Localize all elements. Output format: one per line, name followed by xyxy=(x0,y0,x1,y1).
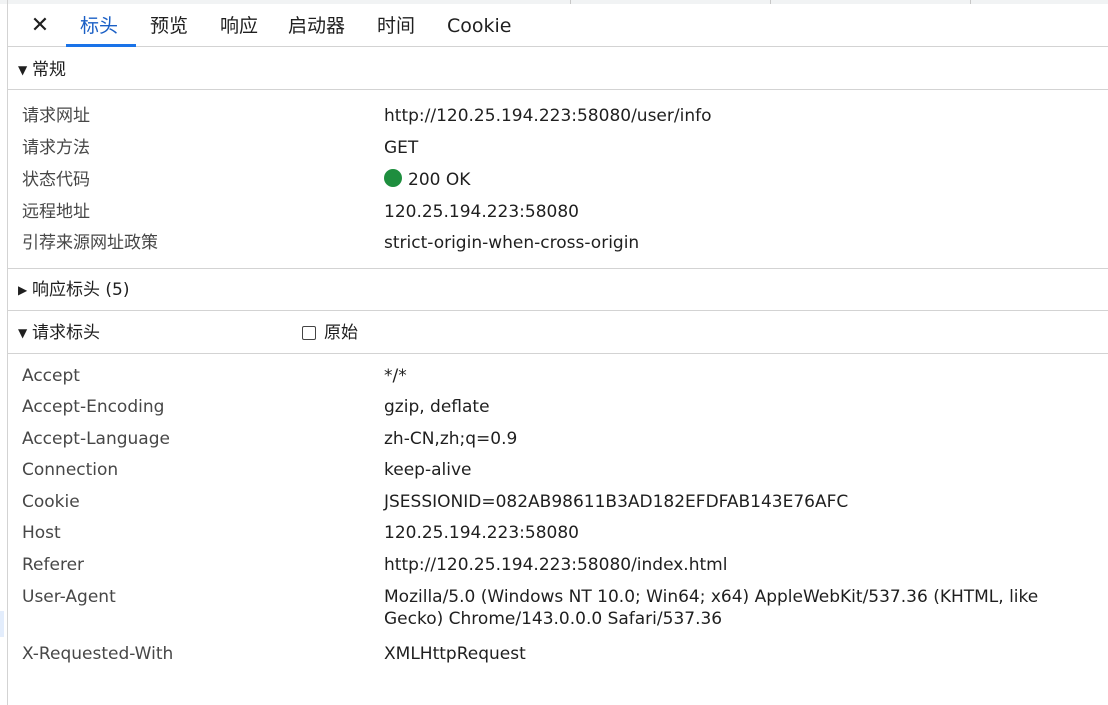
header-value: 120.25.194.223:58080 xyxy=(384,523,579,543)
tab-timing[interactable]: 时间 xyxy=(377,4,415,46)
header-value: zh-CN,zh;q=0.9 xyxy=(384,429,518,449)
header-value: XMLHttpRequest xyxy=(384,644,526,664)
request-list-edge xyxy=(0,611,4,637)
tab-response[interactable]: 响应 xyxy=(220,4,258,46)
header-value: gzip, deflate xyxy=(384,397,490,417)
header-value: keep-alive xyxy=(384,460,472,480)
general-row-name: 引荐来源网址政策 xyxy=(22,233,158,253)
referrer-policy-value: strict-origin-when-cross-origin xyxy=(384,233,640,253)
section-title: 响应标头 (5) xyxy=(32,280,130,300)
raw-checkbox[interactable] xyxy=(302,326,316,340)
header-name: Referer xyxy=(22,555,85,575)
collapsed-triangle-icon: ▶ xyxy=(18,283,28,297)
tab-initiator[interactable]: 启动器 xyxy=(288,4,345,46)
raw-label: 原始 xyxy=(324,323,358,343)
tab-preview[interactable]: 预览 xyxy=(150,4,188,46)
details-tab-bar: ✕ 标头 预览 响应 启动器 时间 Cookie xyxy=(8,4,1108,47)
close-icon[interactable]: ✕ xyxy=(28,11,52,41)
request-method-value: GET xyxy=(384,138,419,158)
section-title: 请求标头 xyxy=(32,323,100,343)
expand-triangle-icon: ▼ xyxy=(18,326,28,340)
response-headers-section-header[interactable]: ▶ 响应标头 (5) xyxy=(8,270,1108,310)
general-row-name: 状态代码 xyxy=(22,170,90,190)
header-name: Cookie xyxy=(22,492,80,512)
header-name: Accept-Language xyxy=(22,429,170,449)
header-name: Accept-Encoding xyxy=(22,397,165,417)
general-row-name: 请求方法 xyxy=(22,138,90,158)
general-row-name: 远程地址 xyxy=(22,202,90,222)
request-url-value: http://120.25.194.223:58080/user/info xyxy=(384,106,712,126)
remote-address-value: 120.25.194.223:58080 xyxy=(384,202,579,222)
general-row-name: 请求网址 xyxy=(22,106,90,126)
divider xyxy=(8,89,1108,90)
tab-headers[interactable]: 标头 xyxy=(80,4,118,46)
tab-cookies[interactable]: Cookie xyxy=(447,4,512,46)
divider xyxy=(8,310,1108,311)
header-value: Mozilla/5.0 (Windows NT 10.0; Win64; x64… xyxy=(384,587,1039,629)
header-value: http://120.25.194.223:58080/index.html xyxy=(384,555,728,575)
active-tab-indicator xyxy=(66,44,136,47)
header-name: User-Agent xyxy=(22,587,116,607)
divider xyxy=(8,268,1108,269)
header-name: X-Requested-With xyxy=(22,644,174,664)
status-code-text: 200 OK xyxy=(408,170,471,190)
header-value: JSESSIONID=082AB98611B3AD182EFDFAB143E76… xyxy=(384,492,849,512)
status-ok-icon xyxy=(384,169,402,187)
general-section-header[interactable]: ▼ 常规 xyxy=(8,50,1108,90)
header-name: Host xyxy=(22,523,61,543)
section-title: 常规 xyxy=(32,60,66,80)
expand-triangle-icon: ▼ xyxy=(18,63,28,77)
divider xyxy=(8,353,1108,354)
header-name: Accept xyxy=(22,366,80,386)
raw-headers-toggle[interactable]: 原始 xyxy=(302,313,358,353)
request-headers-section-header[interactable]: ▼ 请求标头 原始 xyxy=(8,313,1108,353)
status-code-value: 200 OK xyxy=(384,169,470,191)
header-value: */* xyxy=(384,366,407,386)
header-name: Connection xyxy=(22,460,119,480)
